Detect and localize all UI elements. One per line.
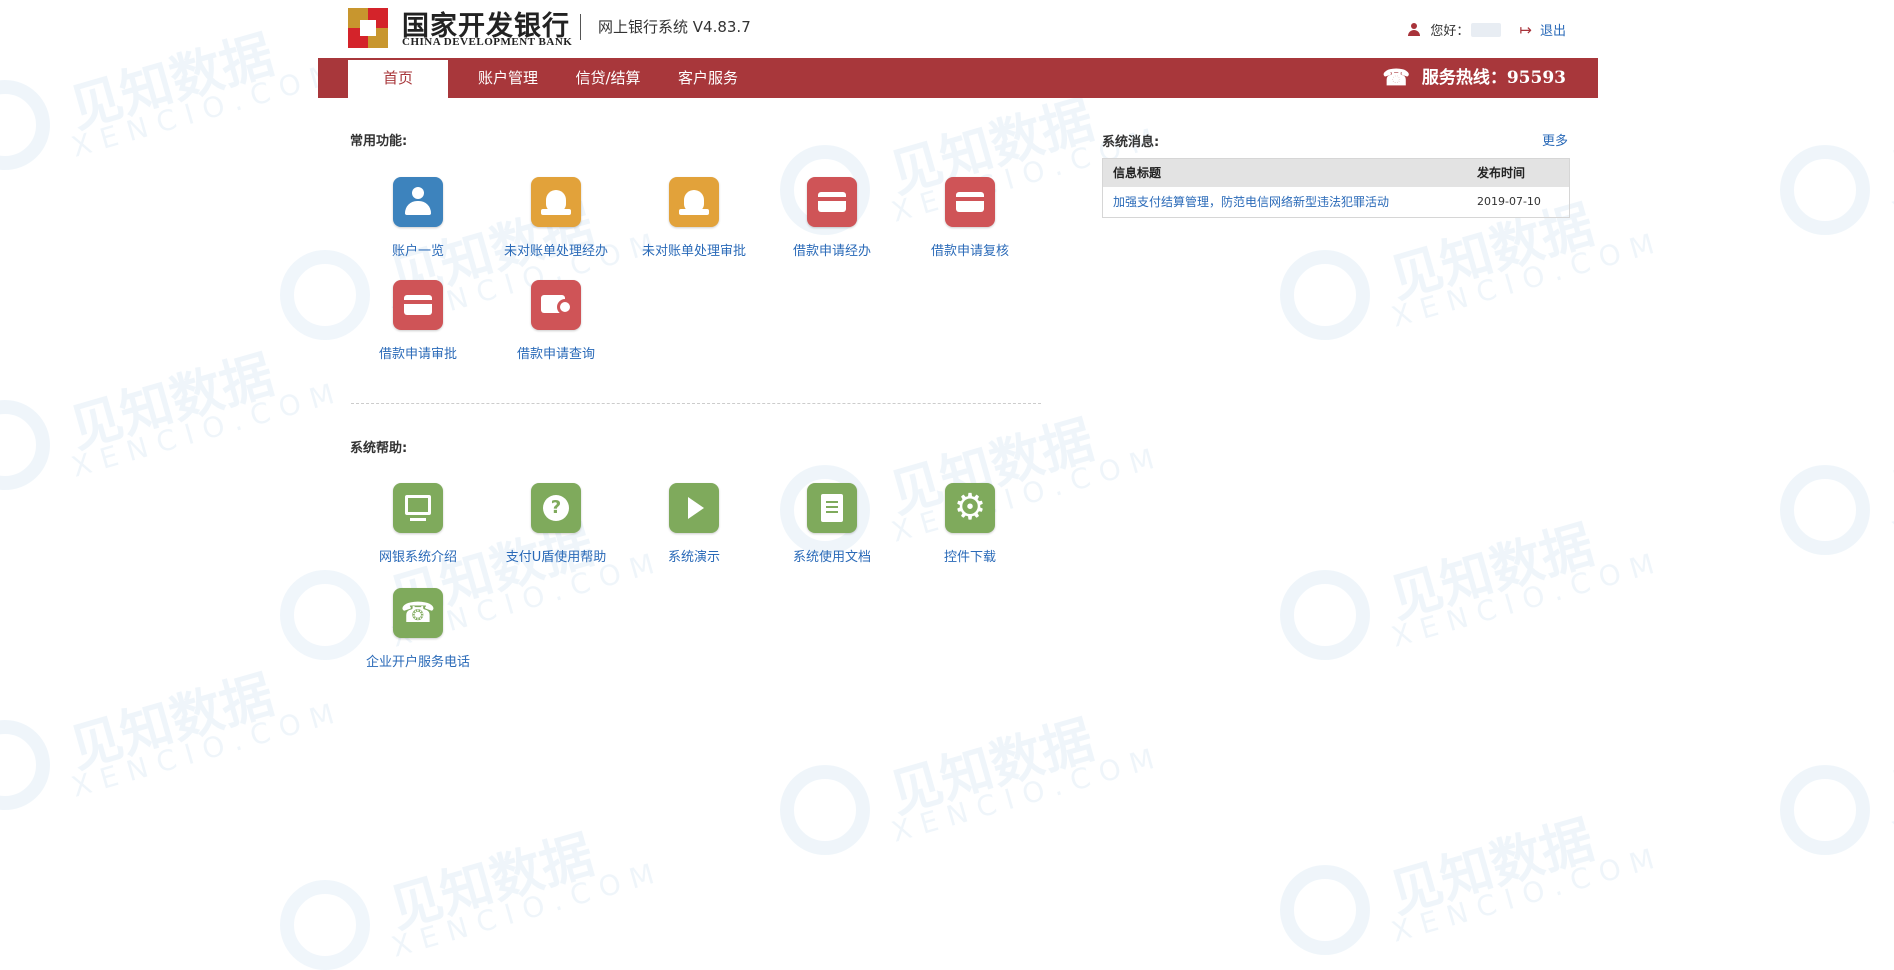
func-loan-apply-handle[interactable]: 借款申请经办 bbox=[762, 177, 902, 259]
table-header: 信息标题 发布时间 bbox=[1103, 159, 1569, 187]
table-row: 加强支付结算管理，防范电信网络新型违法犯罪活动 2019-07-10 bbox=[1103, 187, 1569, 217]
func-unreconciled-handle[interactable]: 未对账单处理经办 bbox=[486, 177, 626, 259]
service-hotline: ☎ 服务热线：95593 bbox=[1382, 58, 1566, 98]
hotline-text: 服务热线：95593 bbox=[1421, 68, 1566, 88]
user-name-redacted bbox=[1471, 22, 1502, 37]
help-ukey-usage[interactable]: 支付U盾使用帮助 bbox=[486, 483, 626, 565]
column-header-title: 信息标题 bbox=[1113, 166, 1162, 180]
loan-card-approve-icon bbox=[393, 280, 443, 330]
nav-tab-customer-service[interactable]: 客户服务 bbox=[658, 58, 758, 98]
section-divider bbox=[351, 403, 1041, 404]
help-system-docs[interactable]: 系统使用文档 bbox=[762, 483, 902, 565]
help-label: 网银系统介绍 bbox=[378, 550, 457, 565]
monitor-icon bbox=[393, 483, 443, 533]
main-nav: 首页 账户管理 信贷/结算 客户服务 ☎ 服务热线：95593 bbox=[318, 58, 1598, 98]
help-system-demo[interactable]: 系统演示 bbox=[624, 483, 764, 565]
help-system-intro[interactable]: 网银系统介绍 bbox=[348, 483, 488, 565]
help-control-download[interactable]: 控件下载 bbox=[900, 483, 1040, 565]
help-label: 系统使用文档 bbox=[792, 550, 871, 565]
document-icon bbox=[807, 483, 857, 533]
help-account-opening-phone[interactable]: 企业开户服务电话 bbox=[348, 588, 488, 670]
func-loan-apply-approve[interactable]: 借款申请审批 bbox=[348, 280, 488, 362]
func-loan-apply-query[interactable]: 借款申请查询 bbox=[486, 280, 626, 362]
bank-name-en: CHINA DEVELOPMENT BANK bbox=[402, 36, 573, 48]
page-container: 国家开发银行 CHINA DEVELOPMENT BANK 网上银行系统 V4.… bbox=[318, 0, 1598, 954]
func-label: 账户一览 bbox=[391, 244, 444, 259]
common-functions-title: 常用功能: bbox=[350, 134, 408, 149]
func-loan-apply-review[interactable]: 借款申请复核 bbox=[900, 177, 1040, 259]
message-date: 2019-07-10 bbox=[1477, 195, 1541, 208]
system-help-title: 系统帮助: bbox=[350, 441, 408, 456]
phone-icon bbox=[393, 588, 443, 638]
gear-icon bbox=[945, 483, 995, 533]
play-icon bbox=[669, 483, 719, 533]
greeting-text: 您好： bbox=[1430, 24, 1470, 39]
help-label: 企业开户服务电话 bbox=[365, 655, 470, 670]
column-header-date: 发布时间 bbox=[1477, 166, 1526, 180]
func-account-overview[interactable]: 账户一览 bbox=[348, 177, 488, 259]
func-label: 未对账单处理经办 bbox=[503, 244, 608, 259]
func-label: 借款申请查询 bbox=[516, 347, 595, 362]
header-divider bbox=[580, 14, 581, 40]
telephone-icon: ☎ bbox=[1382, 65, 1410, 91]
system-name: 网上银行系统 V4.83.7 bbox=[598, 18, 751, 36]
money-bag-icon bbox=[531, 177, 581, 227]
loan-card-review-icon bbox=[945, 177, 995, 227]
loan-card-icon bbox=[807, 177, 857, 227]
bank-logo-icon bbox=[348, 8, 388, 48]
system-messages-title: 系统消息: bbox=[1102, 135, 1160, 150]
messages-more-link[interactable]: 更多 bbox=[1542, 130, 1568, 149]
logout-link[interactable]: 退出 bbox=[1540, 20, 1566, 39]
logout-icon[interactable]: ↦ bbox=[1519, 21, 1532, 39]
user-icon bbox=[1408, 23, 1421, 36]
func-label: 借款申请审批 bbox=[378, 347, 457, 362]
header: 国家开发银行 CHINA DEVELOPMENT BANK 网上银行系统 V4.… bbox=[318, 0, 1598, 58]
user-box: 您好： ↦ 退出 bbox=[1408, 20, 1566, 39]
help-icon bbox=[531, 483, 581, 533]
func-label: 借款申请复核 bbox=[930, 244, 1009, 259]
func-unreconciled-approve[interactable]: 未对账单处理审批 bbox=[624, 177, 764, 259]
help-label: 支付U盾使用帮助 bbox=[505, 550, 607, 565]
user-icon bbox=[393, 177, 443, 227]
nav-tab-account-management[interactable]: 账户管理 bbox=[458, 58, 558, 98]
messages-table: 信息标题 发布时间 加强支付结算管理，防范电信网络新型违法犯罪活动 2019-0… bbox=[1102, 158, 1570, 218]
func-label: 未对账单处理审批 bbox=[641, 244, 746, 259]
loan-search-icon bbox=[531, 280, 581, 330]
help-label: 控件下载 bbox=[943, 550, 996, 565]
help-label: 系统演示 bbox=[667, 550, 720, 565]
message-title-link[interactable]: 加强支付结算管理，防范电信网络新型违法犯罪活动 bbox=[1113, 187, 1389, 217]
nav-tab-home[interactable]: 首页 bbox=[348, 60, 448, 98]
func-label: 借款申请经办 bbox=[792, 244, 871, 259]
nav-tab-credit-settlement[interactable]: 信贷/结算 bbox=[558, 58, 658, 98]
money-bag-check-icon bbox=[669, 177, 719, 227]
